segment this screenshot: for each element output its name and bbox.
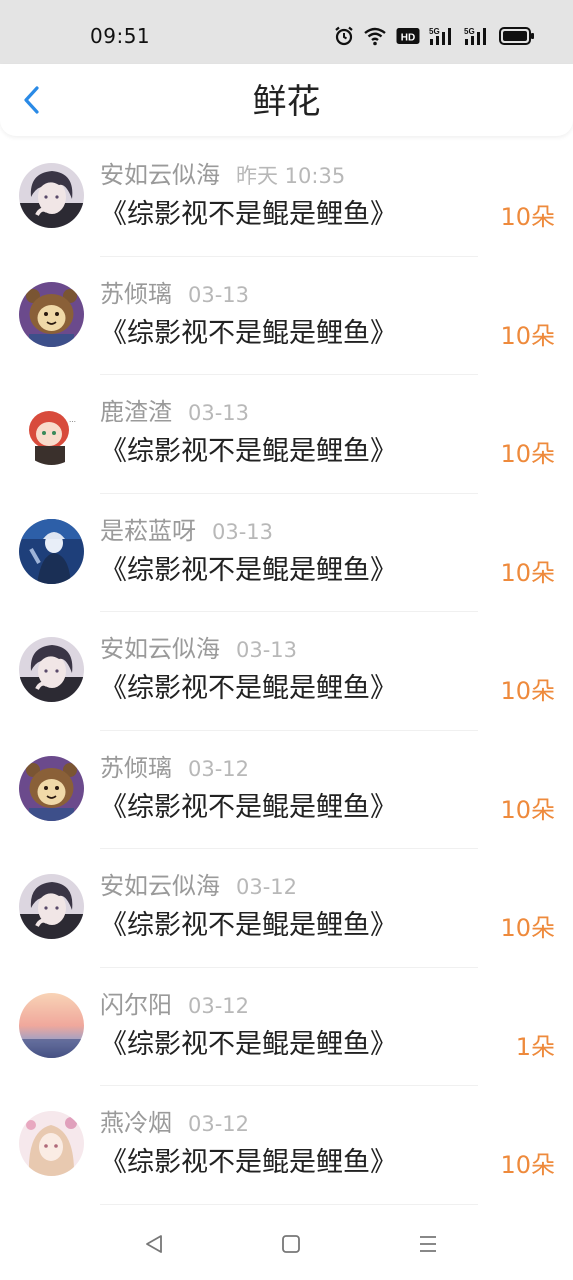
timestamp: 03-12 bbox=[188, 756, 250, 781]
list-item[interactable]: 闪尔阳 03-12 《综影视不是鲲是鲤鱼》 1朵 bbox=[0, 968, 573, 1086]
book-title: 《综影视不是鲲是鲤鱼》 bbox=[100, 1028, 397, 1060]
flower-count: 10朵 bbox=[500, 795, 555, 824]
status-bar: 09:51 HD 5G 5G bbox=[0, 0, 573, 64]
timestamp: 03-12 bbox=[188, 1112, 250, 1136]
flower-list: 安如云似海 昨天 10:35 《综影视不是鲲是鲤鱼》 10朵 苏倾璃 03-13 《综影视不… bbox=[0, 138, 573, 1205]
page-title: 鲜花 bbox=[252, 82, 321, 122]
avatar[interactable] bbox=[19, 874, 84, 939]
book-title: 《综影视不是鲲是鲤鱼》 bbox=[100, 436, 397, 467]
5g-signal-icon: 5G bbox=[464, 26, 490, 46]
avatar[interactable] bbox=[19, 1111, 84, 1176]
flower-count: 10朵 bbox=[500, 677, 555, 705]
list-item[interactable]: 安如云似海 03-13 《综影视不是鲲是鲤鱼》 10朵 bbox=[0, 612, 573, 731]
avatar[interactable] bbox=[19, 518, 84, 584]
flower-count: 10朵 bbox=[500, 321, 555, 350]
divider bbox=[100, 1203, 478, 1205]
list-item[interactable]: 安如云似海 昨天 10:35 《综影视不是鲲是鲤鱼》 10朵 bbox=[0, 138, 573, 257]
sender-name[interactable]: 安如云似海 bbox=[100, 160, 220, 190]
book-title: 《综影视不是鲲是鲤鱼》 bbox=[100, 554, 397, 586]
list-item[interactable]: 苏倾璃 03-13 《综影视不是鲲是鲤鱼》 10朵 bbox=[0, 257, 573, 375]
book-title: 《综影视不是鲲是鲤鱼》 bbox=[100, 199, 397, 230]
timestamp: 03-13 bbox=[236, 638, 298, 662]
timestamp: 03-12 bbox=[188, 993, 250, 1018]
flower-count: 10朵 bbox=[500, 1151, 555, 1179]
sender-name[interactable]: 苏倾璃 bbox=[100, 753, 172, 783]
book-title: 《综影视不是鲲是鲤鱼》 bbox=[100, 1147, 397, 1178]
flower-count: 10朵 bbox=[500, 203, 555, 231]
sender-name[interactable]: 是菘蓝呀 bbox=[100, 516, 196, 546]
list-item[interactable]: … 鹿渣渣 03-13 《综影视不是鲲是鲤鱼》 10朵 bbox=[0, 375, 573, 494]
hd-icon: HD bbox=[396, 27, 420, 45]
avatar[interactable] bbox=[19, 637, 84, 702]
flower-count: 10朵 bbox=[500, 914, 555, 942]
svg-text:…: … bbox=[69, 416, 76, 424]
avatar[interactable]: … bbox=[19, 400, 84, 465]
flower-count: 1朵 bbox=[515, 1032, 555, 1061]
alarm-icon bbox=[334, 26, 354, 46]
list-item[interactable]: 燕冷烟 03-12 《综影视不是鲲是鲤鱼》 10朵 bbox=[0, 1086, 573, 1205]
status-time: 09:51 bbox=[90, 24, 151, 48]
timestamp: 03-13 bbox=[188, 282, 250, 307]
wifi-icon bbox=[363, 26, 387, 46]
book-title: 《综影视不是鲲是鲤鱼》 bbox=[100, 791, 397, 823]
avatar[interactable] bbox=[19, 163, 84, 228]
sender-name[interactable]: 燕冷烟 bbox=[100, 1108, 172, 1138]
timestamp: 03-13 bbox=[212, 519, 274, 544]
nav-menu-button[interactable] bbox=[414, 1232, 442, 1260]
sender-name[interactable]: 安如云似海 bbox=[100, 634, 220, 664]
header: 鲜花 bbox=[0, 64, 573, 136]
book-title: 《综影视不是鲲是鲤鱼》 bbox=[100, 673, 397, 704]
menu-lines-icon bbox=[416, 1232, 440, 1260]
book-title: 《综影视不是鲲是鲤鱼》 bbox=[100, 317, 397, 349]
flower-count: 10朵 bbox=[500, 440, 555, 468]
sender-name[interactable]: 鹿渣渣 bbox=[100, 397, 172, 427]
nav-back-button[interactable] bbox=[140, 1232, 168, 1260]
list-item[interactable]: 安如云似海 03-12 《综影视不是鲲是鲤鱼》 10朵 bbox=[0, 849, 573, 968]
net-label: 5G bbox=[464, 27, 475, 36]
sender-name[interactable]: 闪尔阳 bbox=[100, 990, 172, 1020]
hd-label: HD bbox=[401, 33, 415, 44]
timestamp: 昨天 10:35 bbox=[236, 164, 346, 188]
5g-signal-icon: 5G bbox=[429, 26, 455, 46]
nav-home-button[interactable] bbox=[277, 1232, 305, 1260]
back-triangle-icon bbox=[142, 1232, 166, 1260]
home-square-icon bbox=[279, 1232, 303, 1260]
sender-name[interactable]: 苏倾璃 bbox=[100, 279, 172, 309]
sender-name[interactable]: 安如云似海 bbox=[100, 871, 220, 901]
flower-count: 10朵 bbox=[500, 558, 555, 587]
status-icons: HD 5G 5G bbox=[334, 24, 535, 48]
avatar[interactable] bbox=[19, 755, 84, 821]
system-nav-bar bbox=[0, 1210, 573, 1280]
battery-icon bbox=[499, 27, 535, 45]
avatar[interactable] bbox=[19, 992, 84, 1058]
net-label: 5G bbox=[429, 27, 440, 36]
list-item[interactable]: 苏倾璃 03-12 《综影视不是鲲是鲤鱼》 10朵 bbox=[0, 731, 573, 849]
timestamp: 03-12 bbox=[236, 875, 298, 899]
avatar[interactable] bbox=[19, 281, 84, 347]
book-title: 《综影视不是鲲是鲤鱼》 bbox=[100, 910, 397, 941]
list-item[interactable]: 是菘蓝呀 03-13 《综影视不是鲲是鲤鱼》 10朵 bbox=[0, 494, 573, 612]
timestamp: 03-13 bbox=[188, 401, 250, 425]
